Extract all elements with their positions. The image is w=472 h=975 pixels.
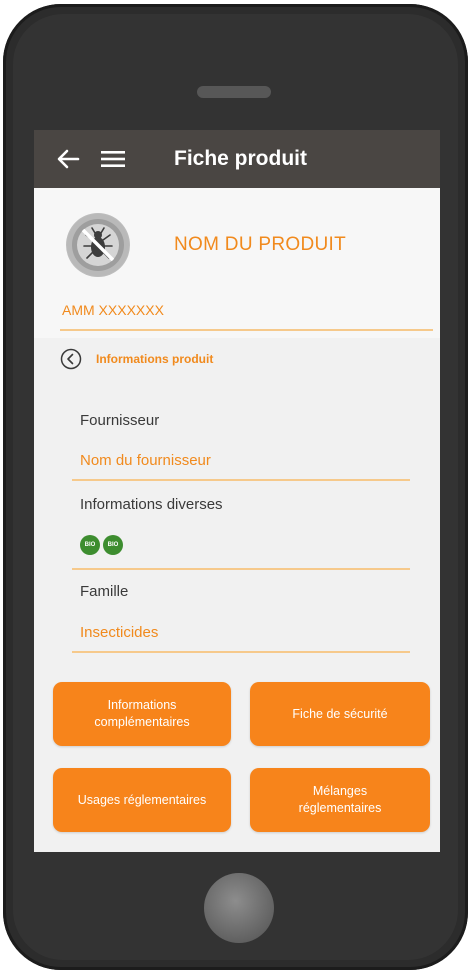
button-label: Usages réglementaires bbox=[77, 792, 207, 807]
divider bbox=[72, 651, 410, 653]
button-label: Fiche de sécurité bbox=[292, 706, 388, 721]
safety-sheet-button[interactable]: Fiche de sécurité bbox=[250, 682, 430, 746]
supplier-label: Fournisseur bbox=[80, 412, 160, 429]
button-label: réglementaires bbox=[298, 801, 382, 815]
section-title: Informations produit bbox=[96, 352, 214, 366]
additional-info-button[interactable]: Informations complémentaires bbox=[53, 682, 231, 746]
divider bbox=[60, 329, 433, 331]
divider bbox=[72, 568, 410, 570]
supplier-value: Nom du fournisseur bbox=[80, 452, 211, 469]
home-button[interactable] bbox=[204, 873, 274, 943]
family-label: Famille bbox=[80, 583, 129, 600]
insect-prohibited-icon bbox=[66, 213, 130, 277]
app-bar: Fiche produit bbox=[34, 130, 440, 188]
family-value: Insecticides bbox=[80, 624, 159, 641]
button-label: Mélanges bbox=[312, 784, 368, 798]
bio-pctv-badge-icon: BIO PCTV bbox=[80, 535, 100, 555]
page-title: Fiche produit bbox=[174, 147, 307, 170]
phone-speaker bbox=[197, 86, 271, 98]
regulatory-usages-button[interactable]: Usages réglementaires bbox=[53, 768, 231, 832]
circle-chevron-left-icon[interactable] bbox=[60, 348, 82, 370]
arrow-left-icon[interactable] bbox=[54, 145, 82, 173]
hamburger-menu-icon[interactable] bbox=[100, 148, 126, 170]
amm-number: AMM XXXXXXX bbox=[62, 302, 164, 318]
divider bbox=[72, 479, 410, 481]
bio-badge-icon: BIO bbox=[103, 535, 123, 555]
button-label: Informations bbox=[107, 698, 177, 712]
app-screen: Fiche produit NOM DU PRODUIT AMM XXXXXXX… bbox=[34, 130, 440, 852]
misc-info-label: Informations diverses bbox=[80, 496, 223, 513]
regulatory-mixtures-button[interactable]: Mélanges réglementaires bbox=[250, 768, 430, 832]
button-label: complémentaires bbox=[94, 715, 190, 729]
product-name: NOM DU PRODUIT bbox=[174, 234, 347, 255]
